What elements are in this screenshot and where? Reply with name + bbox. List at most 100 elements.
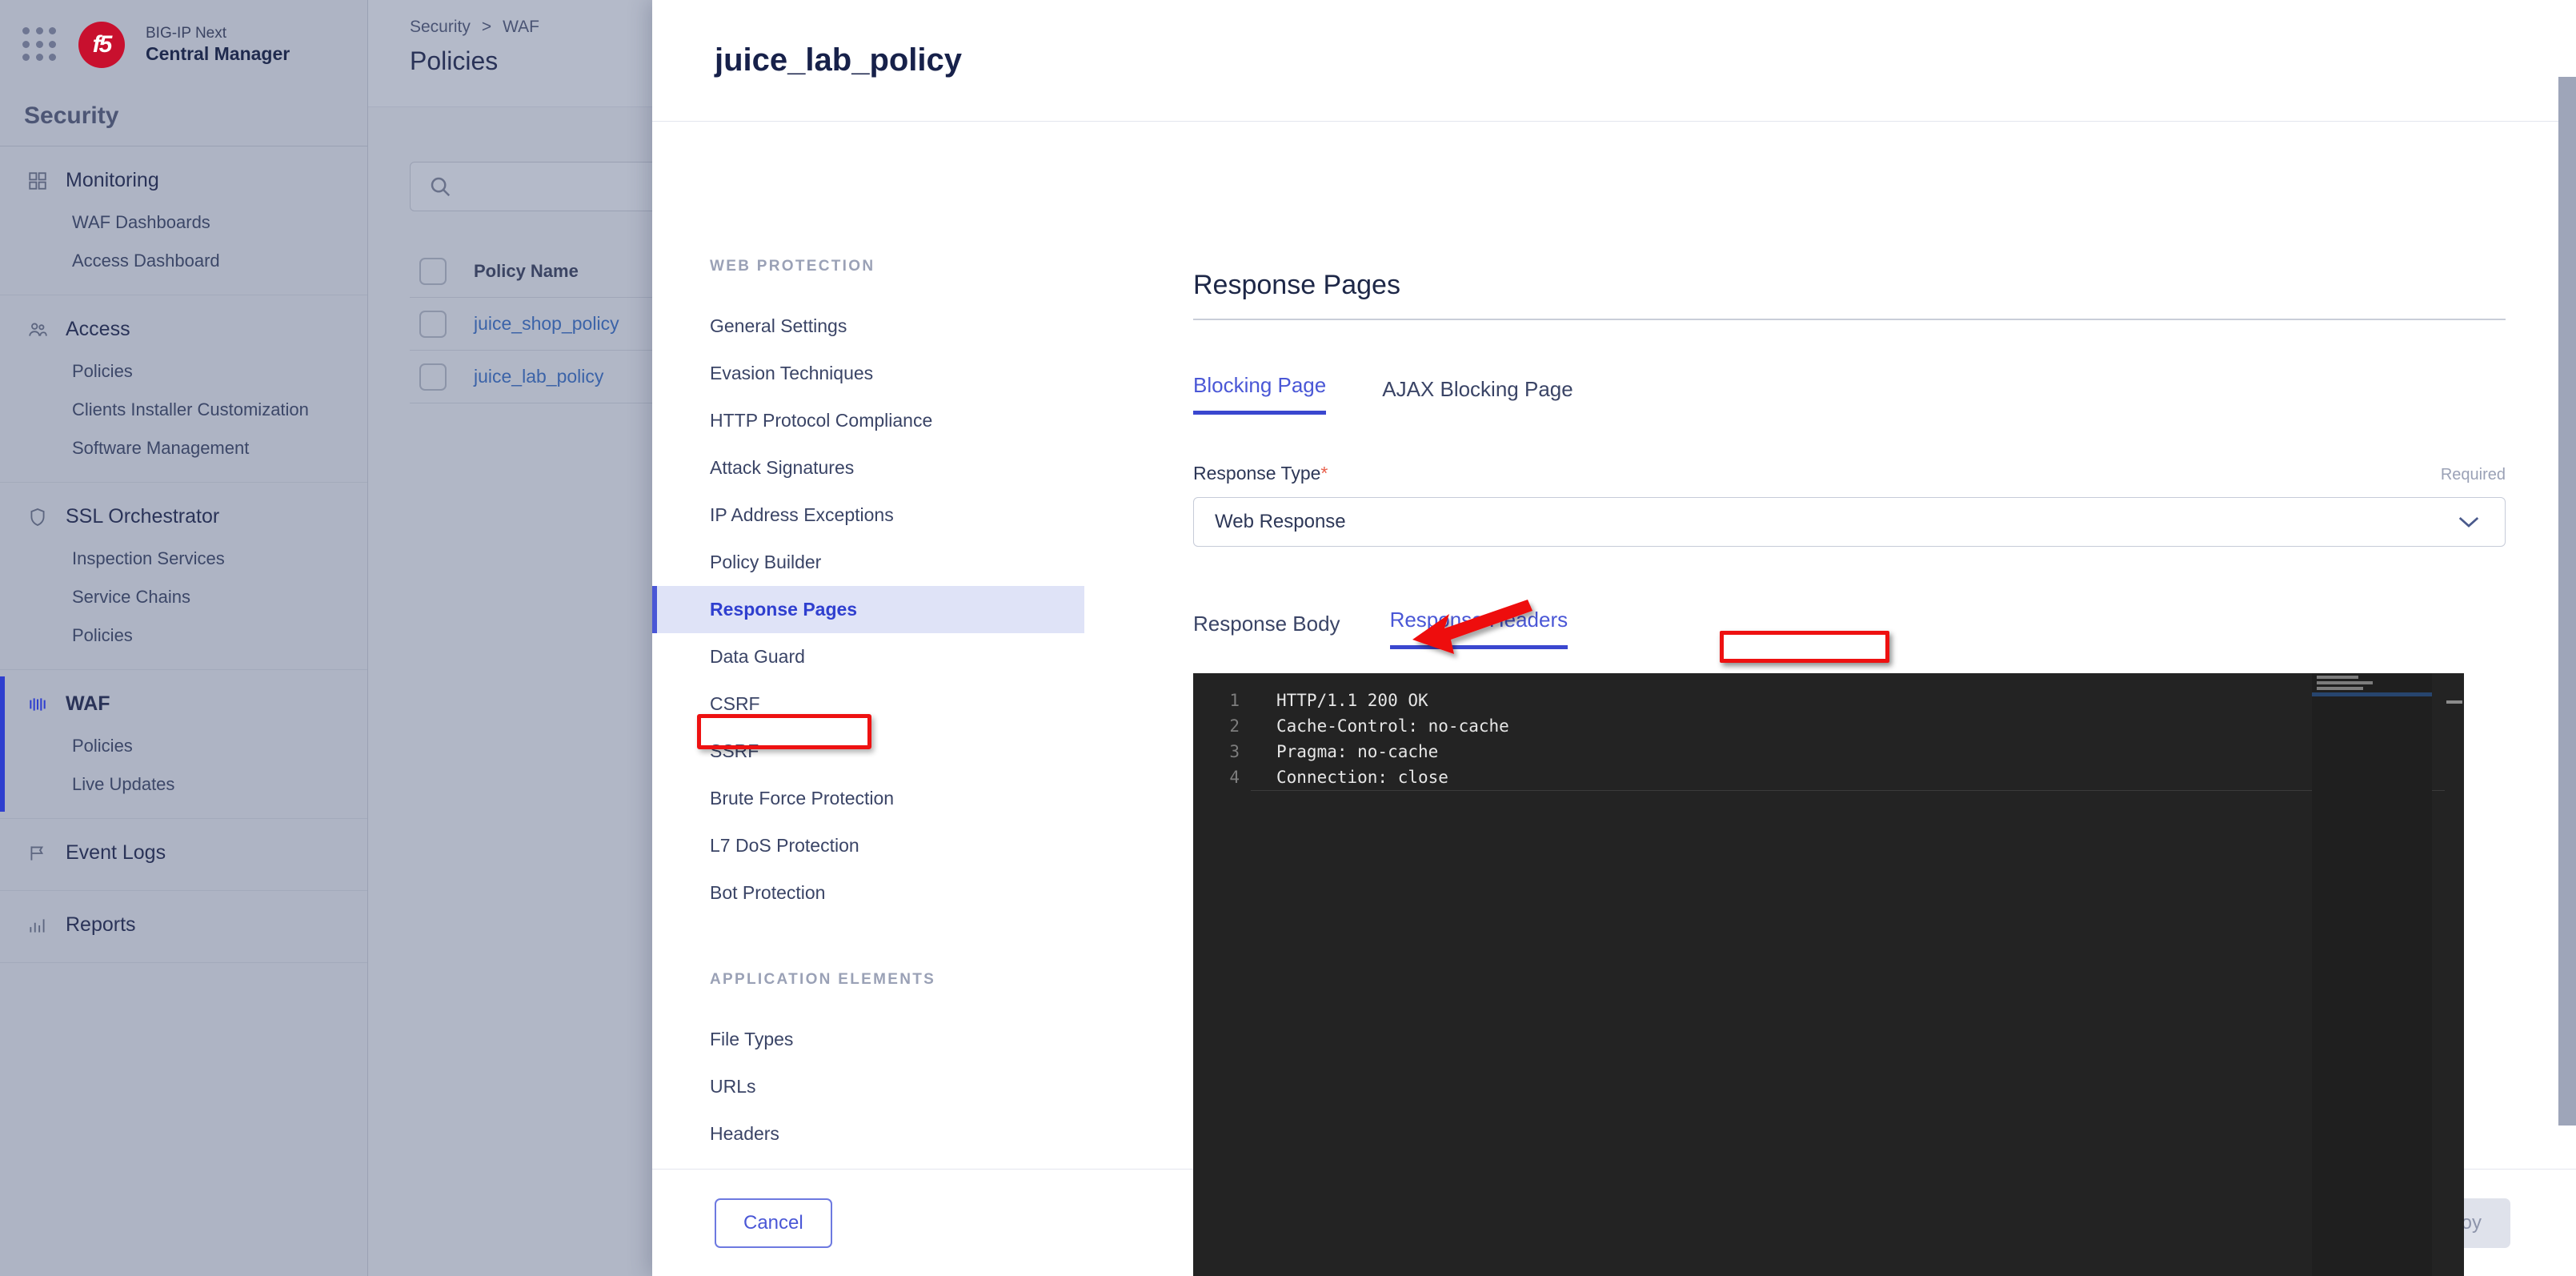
tab-response-headers[interactable]: Response Headers <box>1389 608 1568 649</box>
menu-item-response-pages[interactable]: Response Pages <box>652 586 1084 633</box>
panel-divider <box>1193 319 2506 320</box>
nav-group-label: Monitoring <box>66 169 159 191</box>
brand-text: BIG-IP Next Central Manager <box>146 25 290 65</box>
nav-section-title: Security <box>0 90 367 146</box>
menu-item-bot-protection[interactable]: Bot Protection <box>652 869 1084 917</box>
menu-item-headers[interactable]: Headers <box>652 1110 1084 1158</box>
nav-group-head-event-logs[interactable]: Event Logs <box>0 830 367 876</box>
menu-item-evasion-techniques[interactable]: Evasion Techniques <box>652 350 1084 397</box>
sidebar-item-software-management[interactable]: Software Management <box>0 429 367 467</box>
page-scrollbar[interactable] <box>2558 77 2576 1126</box>
left-navigation: f5 BIG-IP Next Central Manager Security <box>0 0 368 1276</box>
dashboard-grid-icon <box>27 171 48 191</box>
sidebar-item-waf-dashboards[interactable]: WAF Dashboards <box>0 203 367 242</box>
response-type-select[interactable]: Web Response <box>1193 497 2506 547</box>
brand-line-2: Central Manager <box>146 42 290 64</box>
response-type-label-row: Response Type* Required <box>1193 463 2506 484</box>
code-line[interactable]: Cache-Control: no-cache <box>1251 713 2464 739</box>
tab-response-body[interactable]: Response Body <box>1193 612 1340 649</box>
line-number: 2 <box>1229 716 1240 736</box>
menu-item-file-types[interactable]: File Types <box>652 1016 1084 1063</box>
policy-settings-menu: WEB PROTECTION General Settings Evasion … <box>652 122 1084 1169</box>
search-icon <box>431 177 451 197</box>
f5-logo-icon: f5 <box>78 22 125 68</box>
sidebar-item-service-chains[interactable]: Service Chains <box>0 578 367 616</box>
nav-group-access: Access Policies Clients Installer Custom… <box>0 295 367 483</box>
modal-title: juice_lab_policy <box>715 42 963 78</box>
modal-header: juice_lab_policy <box>652 0 2576 122</box>
policy-link-juice-lab-policy[interactable]: juice_lab_policy <box>474 366 603 387</box>
code-line[interactable]: Connection: close <box>1251 764 2464 791</box>
shield-icon <box>27 507 48 528</box>
nav-group-monitoring: Monitoring WAF Dashboards Access Dashboa… <box>0 146 367 295</box>
nav-brand-bar: f5 BIG-IP Next Central Manager <box>0 0 367 90</box>
nav-group-waf: WAF Policies Live Updates <box>0 670 367 819</box>
menu-item-data-guard[interactable]: Data Guard <box>652 633 1084 680</box>
menu-item-urls[interactable]: URLs <box>652 1063 1084 1110</box>
sidebar-item-access-dashboard[interactable]: Access Dashboard <box>0 242 367 280</box>
column-header-policy-name[interactable]: Policy Name <box>474 261 579 282</box>
code-line[interactable]: HTTP/1.1 200 OK <box>1251 688 2464 713</box>
menu-item-attack-signatures[interactable]: Attack Signatures <box>652 444 1084 492</box>
line-number: 4 <box>1229 768 1240 787</box>
select-all-checkbox[interactable] <box>419 257 447 285</box>
bar-chart-icon <box>27 915 48 936</box>
required-hint: Required <box>2440 466 2506 484</box>
menu-item-l7-dos-protection[interactable]: L7 DoS Protection <box>652 822 1084 869</box>
cancel-button[interactable]: Cancel <box>715 1198 832 1248</box>
editor-vertical-scrollbar[interactable] <box>2445 673 2464 1276</box>
scrollbar-thumb[interactable] <box>2446 700 2462 704</box>
nav-group-head-monitoring[interactable]: Monitoring <box>0 158 367 203</box>
response-headers-code-editor[interactable]: 1 2 3 4 HTTP/1.1 200 OK Cache-Control: n… <box>1193 673 2464 1276</box>
menu-item-brute-force-protection[interactable]: Brute Force Protection <box>652 775 1084 822</box>
menu-item-policy-builder[interactable]: Policy Builder <box>652 539 1084 586</box>
response-type-value: Web Response <box>1215 511 1346 532</box>
nav-group-head-ssl-orchestrator[interactable]: SSL Orchestrator <box>0 494 367 540</box>
nav-group-label: Reports <box>66 913 136 936</box>
editor-line-numbers: 1 2 3 4 <box>1193 673 1251 1276</box>
menu-item-ssrf[interactable]: SSRF <box>652 728 1084 775</box>
flag-icon <box>27 843 48 864</box>
chevron-down-icon <box>2458 516 2479 528</box>
line-number: 1 <box>1229 691 1240 710</box>
tab-blocking-page[interactable]: Blocking Page <box>1193 373 1327 415</box>
row-checkbox[interactable] <box>419 363 447 391</box>
nav-group-label: Access <box>66 318 130 340</box>
tab-ajax-blocking-page[interactable]: AJAX Blocking Page <box>1382 377 1572 415</box>
sidebar-item-sslo-policies[interactable]: Policies <box>0 616 367 655</box>
response-type-label-group: Response Type* <box>1193 463 1328 484</box>
modal-body: WEB PROTECTION General Settings Evasion … <box>652 122 2576 1276</box>
breadcrumb-separator: > <box>481 18 492 36</box>
nav-group-head-access[interactable]: Access <box>0 307 367 352</box>
nav-group-label: Event Logs <box>66 841 166 864</box>
menu-section-label-web-protection: WEB PROTECTION <box>710 258 875 275</box>
menu-item-csrf[interactable]: CSRF <box>652 680 1084 728</box>
menu-item-ip-address-exceptions[interactable]: IP Address Exceptions <box>652 492 1084 539</box>
breadcrumb-item-security[interactable]: Security <box>410 18 471 37</box>
sidebar-item-waf-policies[interactable]: Policies <box>0 727 367 765</box>
breadcrumb-item-waf[interactable]: WAF <box>503 18 539 37</box>
brand-line-1: BIG-IP Next <box>146 25 227 42</box>
response-type-label: Response Type <box>1193 463 1321 484</box>
nav-group-label: WAF <box>66 692 110 715</box>
editor-minimap[interactable] <box>2312 673 2432 1276</box>
nav-group-head-reports[interactable]: Reports <box>0 902 367 948</box>
apps-grid-icon[interactable] <box>22 27 58 62</box>
menu-item-http-protocol-compliance[interactable]: HTTP Protocol Compliance <box>652 397 1084 444</box>
editor-code-lines[interactable]: HTTP/1.1 200 OK Cache-Control: no-cache … <box>1251 673 2464 1276</box>
sidebar-item-clients-installer-customization[interactable]: Clients Installer Customization <box>0 391 367 429</box>
row-checkbox[interactable] <box>419 310 447 338</box>
response-pages-panel: Response Pages Blocking Page AJAX Blocki… <box>1084 122 2576 1276</box>
policy-editor-modal: juice_lab_policy WEB PROTECTION General … <box>652 0 2576 1276</box>
sidebar-item-live-updates[interactable]: Live Updates <box>0 765 367 804</box>
nav-group-head-waf[interactable]: WAF <box>0 681 367 727</box>
sidebar-item-inspection-services[interactable]: Inspection Services <box>0 540 367 578</box>
line-number: 3 <box>1229 742 1240 761</box>
menu-section-label-application-elements: APPLICATION ELEMENTS <box>710 971 936 988</box>
policy-link-juice-shop-policy[interactable]: juice_shop_policy <box>474 313 619 335</box>
sidebar-item-access-policies[interactable]: Policies <box>0 352 367 391</box>
code-line[interactable]: Pragma: no-cache <box>1251 739 2464 764</box>
response-content-tabs: Response Body Response Headers <box>1193 600 2499 654</box>
waf-bars-icon <box>27 694 48 715</box>
menu-item-general-settings[interactable]: General Settings <box>652 303 1084 350</box>
